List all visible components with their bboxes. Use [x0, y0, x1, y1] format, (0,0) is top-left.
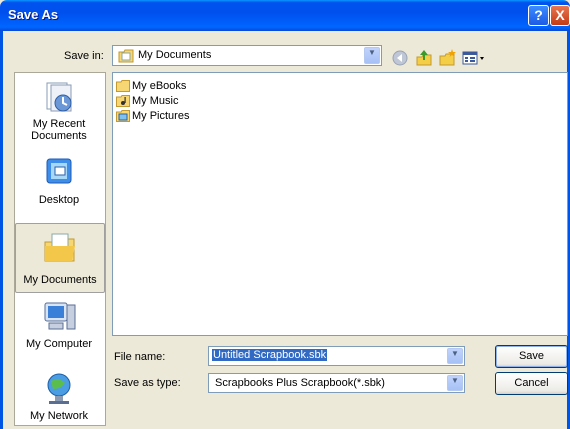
- chevron-down-icon[interactable]: ▼: [364, 47, 380, 64]
- place-my-computer[interactable]: My Computer: [15, 299, 103, 359]
- close-button[interactable]: X: [550, 5, 570, 26]
- up-folder-icon[interactable]: [415, 49, 433, 67]
- save-in-label: Save in:: [64, 50, 104, 62]
- desktop-icon: [46, 158, 72, 184]
- save-in-dropdown[interactable]: My Documents ▼: [112, 45, 382, 66]
- place-label: My Documents: [23, 274, 97, 286]
- file-name: My Music: [132, 95, 179, 107]
- place-label: My Recent: [32, 118, 86, 130]
- window-title: Save As: [8, 7, 59, 22]
- my-documents-small-icon: [118, 49, 134, 63]
- places-bar: My Recent Documents Desktop My Documents…: [14, 72, 106, 426]
- save-as-type-dropdown[interactable]: Scrapbooks Plus Scrapbook(*.sbk) ▼: [208, 373, 465, 393]
- chevron-down-icon[interactable]: ▼: [447, 348, 463, 364]
- my-computer-icon: [44, 302, 76, 330]
- file-name-field[interactable]: Untitled Scrapbook.sbk ▼: [208, 346, 465, 366]
- my-documents-icon: [44, 233, 75, 262]
- folder-icon: [116, 80, 130, 92]
- save-button[interactable]: Save: [495, 345, 568, 368]
- views-menu-icon[interactable]: [462, 49, 488, 67]
- my-network-icon: [47, 373, 71, 404]
- file-name-label: File name:: [114, 351, 166, 363]
- place-label: Desktop: [38, 194, 80, 206]
- save-as-type-label: Save as type:: [114, 377, 181, 389]
- title-bar[interactable]: Save As ? X: [0, 0, 570, 31]
- place-my-recent-documents[interactable]: My Recent Documents: [15, 79, 103, 151]
- place-desktop[interactable]: Desktop: [15, 155, 103, 211]
- save-as-type-value: Scrapbooks Plus Scrapbook(*.sbk): [215, 377, 385, 389]
- chevron-down-icon[interactable]: ▼: [447, 375, 463, 391]
- help-button[interactable]: ?: [528, 5, 549, 26]
- place-my-network[interactable]: My Network: [15, 371, 103, 423]
- file-list[interactable]: My eBooks My Music My Pictures: [112, 72, 568, 336]
- place-label: Documents: [31, 130, 87, 142]
- file-name: My eBooks: [132, 80, 187, 92]
- back-icon[interactable]: [391, 49, 409, 67]
- place-label: My Network: [29, 410, 89, 422]
- place-my-documents[interactable]: My Documents: [15, 223, 105, 293]
- pictures-folder-icon: [116, 110, 130, 122]
- place-label: My Computer: [25, 338, 93, 350]
- file-name: My Pictures: [132, 110, 190, 122]
- file-name-input[interactable]: Untitled Scrapbook.sbk: [212, 349, 328, 361]
- cancel-button[interactable]: Cancel: [495, 372, 568, 395]
- new-folder-icon[interactable]: [439, 49, 457, 67]
- recent-documents-icon: [46, 82, 72, 112]
- music-folder-icon: [116, 95, 130, 107]
- save-in-value: My Documents: [138, 49, 212, 61]
